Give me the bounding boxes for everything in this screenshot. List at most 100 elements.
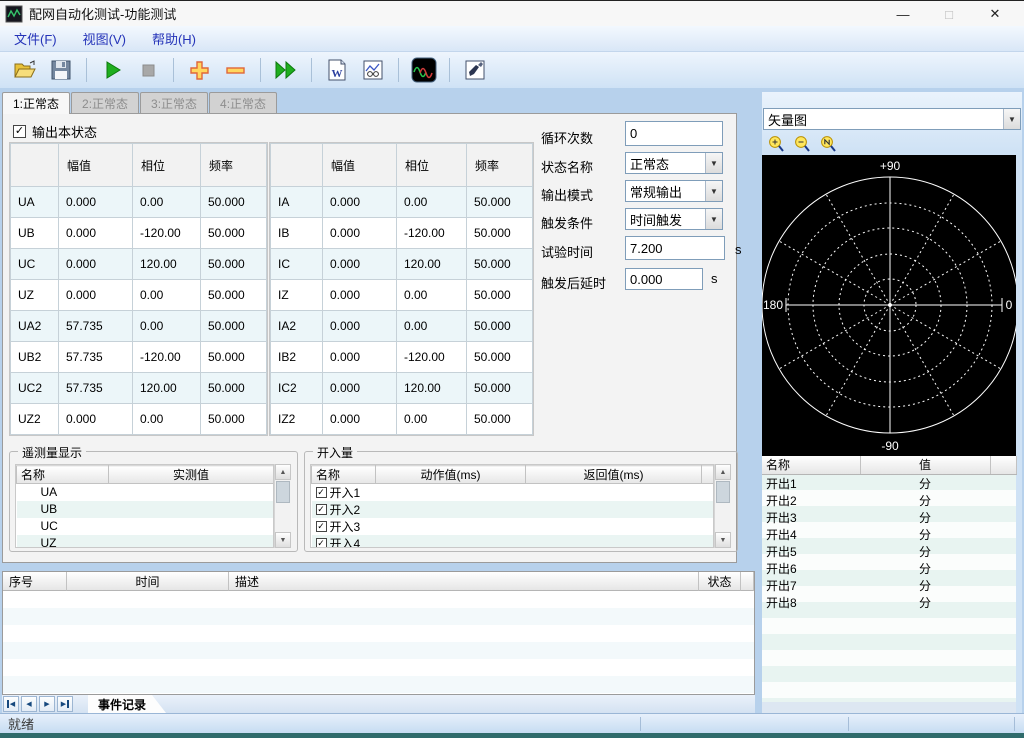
trigger-condition-select[interactable]: 时间触发▼ — [625, 208, 723, 230]
digital-input-checkbox[interactable] — [316, 521, 327, 532]
open-icon[interactable] — [10, 56, 40, 84]
zoom-out-icon[interactable] — [792, 134, 811, 153]
frequency-cell[interactable]: 50.000 — [467, 404, 533, 435]
scrollbar-thumb[interactable] — [276, 481, 290, 503]
phase-cell[interactable]: 120.00 — [133, 373, 201, 404]
phase-cell[interactable]: 0.00 — [133, 404, 201, 435]
amplitude-cell[interactable]: 0.000 — [323, 280, 397, 311]
phase-cell[interactable]: 0.00 — [397, 311, 467, 342]
frequency-cell[interactable]: 50.000 — [201, 249, 267, 280]
frequency-cell[interactable]: 50.000 — [467, 187, 533, 218]
amplitude-cell[interactable]: 0.000 — [59, 249, 133, 280]
phase-cell[interactable]: -120.00 — [397, 342, 467, 373]
telemetry-col-measured[interactable]: 实测值 — [109, 466, 274, 484]
event-col-status[interactable]: 状态 — [699, 572, 741, 591]
scrollbar-thumb[interactable] — [716, 481, 730, 503]
phase-cell[interactable]: 0.00 — [133, 280, 201, 311]
menu-help[interactable]: 帮助(H) — [152, 29, 196, 48]
remove-state-icon[interactable] — [220, 56, 250, 84]
amplitude-cell[interactable]: 0.000 — [59, 404, 133, 435]
event-col-time[interactable]: 时间 — [67, 572, 229, 591]
tab-state-3[interactable]: 3:正常态 — [140, 92, 208, 113]
amplitude-cell[interactable]: 0.000 — [323, 342, 397, 373]
frequency-cell[interactable]: 50.000 — [201, 218, 267, 249]
amplitude-cell[interactable]: 0.000 — [323, 311, 397, 342]
output-mode-select[interactable]: 常规输出▼ — [625, 180, 723, 202]
report-view-icon[interactable] — [358, 56, 388, 84]
tools-icon[interactable] — [460, 56, 490, 84]
phase-cell[interactable]: 0.00 — [397, 404, 467, 435]
telemetry-col-name[interactable]: 名称 — [17, 466, 109, 484]
frequency-cell[interactable]: 50.000 — [201, 280, 267, 311]
output-state-checkbox[interactable] — [13, 125, 26, 138]
amplitude-cell[interactable]: 57.735 — [59, 373, 133, 404]
frequency-cell[interactable]: 50.000 — [467, 311, 533, 342]
amplitude-cell[interactable]: 0.000 — [323, 187, 397, 218]
word-report-icon[interactable]: W — [322, 56, 352, 84]
frequency-cell[interactable]: 50.000 — [201, 311, 267, 342]
frequency-cell[interactable]: 50.000 — [467, 342, 533, 373]
scroll-up-icon[interactable]: ▲ — [715, 464, 731, 480]
frequency-cell[interactable]: 50.000 — [201, 187, 267, 218]
frequency-cell[interactable]: 50.000 — [467, 218, 533, 249]
phase-cell[interactable]: 120.00 — [133, 249, 201, 280]
zoom-reset-icon[interactable] — [818, 134, 837, 153]
minimize-button[interactable]: — — [880, 1, 926, 27]
prev-record-icon[interactable]: ◀ — [21, 696, 37, 712]
stop-icon[interactable] — [133, 56, 163, 84]
phase-cell[interactable]: 0.00 — [133, 187, 201, 218]
scroll-down-icon[interactable]: ▼ — [715, 532, 731, 548]
digital-input-col-return[interactable]: 返回值(ms) — [526, 466, 702, 484]
amplitude-cell[interactable]: 0.000 — [323, 249, 397, 280]
waveform-icon[interactable] — [409, 56, 439, 84]
test-time-input[interactable]: 7.200 — [625, 236, 725, 260]
post-trigger-delay-input[interactable]: 0.000 — [625, 268, 703, 290]
frequency-cell[interactable]: 50.000 — [467, 280, 533, 311]
menu-file[interactable]: 文件(F) — [14, 29, 57, 48]
digital-input-checkbox[interactable] — [316, 487, 327, 498]
frequency-cell[interactable]: 50.000 — [201, 373, 267, 404]
amplitude-cell[interactable]: 0.000 — [59, 218, 133, 249]
amplitude-cell[interactable]: 0.000 — [323, 373, 397, 404]
frequency-cell[interactable]: 50.000 — [201, 404, 267, 435]
amplitude-cell[interactable]: 57.735 — [59, 342, 133, 373]
tab-state-1[interactable]: 1:正常态 — [2, 92, 70, 114]
output-table-hscrollbar[interactable] — [762, 702, 1016, 713]
frequency-cell[interactable]: 50.000 — [467, 373, 533, 404]
tab-state-4[interactable]: 4:正常态 — [209, 92, 277, 113]
output-col-value[interactable]: 值 — [860, 456, 990, 474]
add-state-icon[interactable] — [184, 56, 214, 84]
event-col-description[interactable]: 描述 — [229, 572, 699, 591]
zoom-in-icon[interactable] — [766, 134, 785, 153]
run-all-icon[interactable] — [271, 56, 301, 84]
digital-input-checkbox[interactable] — [316, 504, 327, 515]
view-selector[interactable]: 矢量图 ▼ — [763, 108, 1021, 130]
phase-cell[interactable]: 0.00 — [133, 311, 201, 342]
amplitude-cell[interactable]: 57.735 — [59, 311, 133, 342]
amplitude-cell[interactable]: 0.000 — [59, 187, 133, 218]
amplitude-cell[interactable]: 0.000 — [323, 218, 397, 249]
start-icon[interactable] — [97, 56, 127, 84]
tab-state-2[interactable]: 2:正常态 — [71, 92, 139, 113]
first-record-icon[interactable]: ◀ — [3, 696, 19, 712]
phase-cell[interactable]: -120.00 — [133, 342, 201, 373]
digital-input-col-action[interactable]: 动作值(ms) — [376, 466, 526, 484]
frequency-cell[interactable]: 50.000 — [201, 342, 267, 373]
frequency-cell[interactable]: 50.000 — [467, 249, 533, 280]
scroll-down-icon[interactable]: ▼ — [275, 532, 291, 548]
digital-input-col-name[interactable]: 名称 — [312, 466, 376, 484]
event-col-no[interactable]: 序号 — [3, 572, 67, 591]
amplitude-cell[interactable]: 0.000 — [323, 404, 397, 435]
menu-view[interactable]: 视图(V) — [83, 29, 126, 48]
last-record-icon[interactable]: ▶ — [57, 696, 73, 712]
tab-event-record[interactable]: 事件记录 — [88, 695, 166, 713]
phase-cell[interactable]: -120.00 — [397, 218, 467, 249]
cycle-count-input[interactable]: 0 — [625, 121, 723, 146]
scroll-up-icon[interactable]: ▲ — [275, 464, 291, 480]
phase-cell[interactable]: 120.00 — [397, 373, 467, 404]
phase-cell[interactable]: 0.00 — [397, 280, 467, 311]
output-col-name[interactable]: 名称 — [762, 456, 860, 474]
phase-cell[interactable]: 0.00 — [397, 187, 467, 218]
next-record-icon[interactable]: ▶ — [39, 696, 55, 712]
save-icon[interactable] — [46, 56, 76, 84]
